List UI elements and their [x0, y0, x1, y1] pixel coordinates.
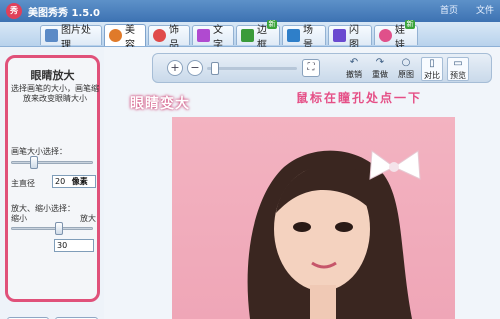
left-pane: 眼睛放大 选择画笔的大小，画笔缩放来改变眼睛大小 画笔大小选择： 主直径 20 …: [0, 47, 104, 319]
fit-screen-icon[interactable]: ⛶: [302, 59, 320, 77]
heart-icon: [153, 29, 166, 42]
zoom-track[interactable]: [207, 67, 297, 70]
new-badge: 新: [405, 20, 415, 29]
frame-icon: [241, 29, 254, 42]
tab-accessories[interactable]: 饰品: [148, 25, 190, 51]
zoom-out-icon[interactable]: −: [187, 60, 203, 76]
panel-title: 眼睛放大: [30, 69, 75, 82]
zoom-track[interactable]: [11, 227, 93, 230]
tab-label: 美容: [125, 24, 135, 51]
undo-label: 撤销: [346, 70, 362, 79]
tab-text[interactable]: 文字: [192, 25, 234, 51]
compare-icon: ▯: [429, 58, 435, 69]
tab-frame[interactable]: 边框 新: [236, 20, 280, 51]
diameter-value: 20: [55, 177, 66, 186]
redo-button[interactable]: ↷ 重做: [369, 57, 391, 81]
panel-description: 选择画笔的大小，画笔缩放来改变眼睛大小: [11, 84, 99, 103]
brush-size-label: 画笔大小选择：: [11, 147, 67, 156]
tab-label: 闪图: [349, 24, 359, 51]
image-toolbar: + − ⛶ ↶ 撤销 ↷ 重做 ○ 原图 ▯ 对比 ▭ 预览: [152, 53, 492, 83]
tab-flash[interactable]: 闪图: [328, 25, 372, 51]
zoom-in-icon[interactable]: +: [167, 60, 183, 76]
redo-label: 重做: [372, 70, 388, 79]
enlarge-label: 放大: [80, 214, 96, 223]
undo-button[interactable]: ↶ 撤销: [343, 57, 365, 81]
undo-icon: ↶: [349, 57, 359, 68]
face-icon: [109, 29, 122, 42]
shrink-label: 缩小: [11, 214, 27, 223]
app-title: 美图秀秀 1.5.0: [28, 8, 100, 19]
image-icon: [45, 29, 58, 42]
tab-beauty[interactable]: 美容: [104, 24, 146, 51]
portrait-photo: [247, 150, 421, 319]
compare-label: 对比: [424, 71, 440, 80]
compare-button[interactable]: ▯ 对比: [421, 57, 443, 81]
scene-icon: [287, 29, 300, 42]
zoom-slider[interactable]: [55, 222, 64, 235]
tab-label: 文字: [213, 24, 223, 51]
brush-size-track[interactable]: [11, 161, 93, 164]
diameter-label: 主直径: [11, 179, 35, 188]
main-area: + − ⛶ ↶ 撤销 ↷ 重做 ○ 原图 ▯ 对比 ▭ 预览 眼睛变大 鼠标在瞳…: [104, 47, 500, 319]
preview-icon: ▭: [453, 58, 463, 69]
photo-canvas[interactable]: [172, 117, 455, 319]
tab-image-processing[interactable]: 图片处理: [40, 25, 102, 51]
eye-enlarge-caption: 眼睛变大: [130, 96, 190, 112]
tab-scene[interactable]: 场景: [282, 25, 326, 51]
tab-doll[interactable]: 娃娃 新: [374, 20, 418, 51]
flash-icon: [333, 29, 346, 42]
tab-label: 图片处理: [61, 24, 91, 51]
top-links: 首页 文件: [440, 3, 494, 16]
original-icon: ○: [401, 57, 411, 68]
tab-label: 饰品: [169, 24, 179, 51]
click-pupil-caption: 鼠标在瞳孔处点一下: [296, 91, 423, 105]
doll-icon: [379, 29, 392, 42]
brush-size-slider[interactable]: [29, 156, 38, 169]
text-icon: [197, 29, 210, 42]
original-button[interactable]: ○ 原图: [395, 57, 417, 81]
tab-label: 场景: [303, 24, 313, 51]
title-bar: 秀 美图秀秀 1.5.0 首页 文件: [0, 0, 500, 22]
file-link[interactable]: 文件: [476, 3, 494, 16]
preview-label: 预览: [450, 71, 466, 80]
zoom-field[interactable]: 30: [54, 239, 94, 252]
original-label: 原图: [398, 70, 414, 79]
preview-button[interactable]: ▭ 预览: [447, 57, 469, 81]
home-link[interactable]: 首页: [440, 3, 458, 16]
zoom-thumb[interactable]: [211, 62, 219, 75]
diameter-unit: 像素: [71, 177, 88, 186]
redo-icon: ↷: [375, 57, 385, 68]
new-badge: 新: [267, 20, 277, 29]
diameter-field[interactable]: 20 像素: [52, 175, 96, 188]
eye-enlarge-panel: 眼睛放大 选择画笔的大小，画笔缩放来改变眼睛大小 画笔大小选择： 主直径 20 …: [5, 55, 100, 302]
app-logo: 秀: [6, 3, 22, 19]
tab-bar: 图片处理 美容 饰品 文字 边框 新 场景 闪图 娃娃 新: [0, 20, 500, 51]
